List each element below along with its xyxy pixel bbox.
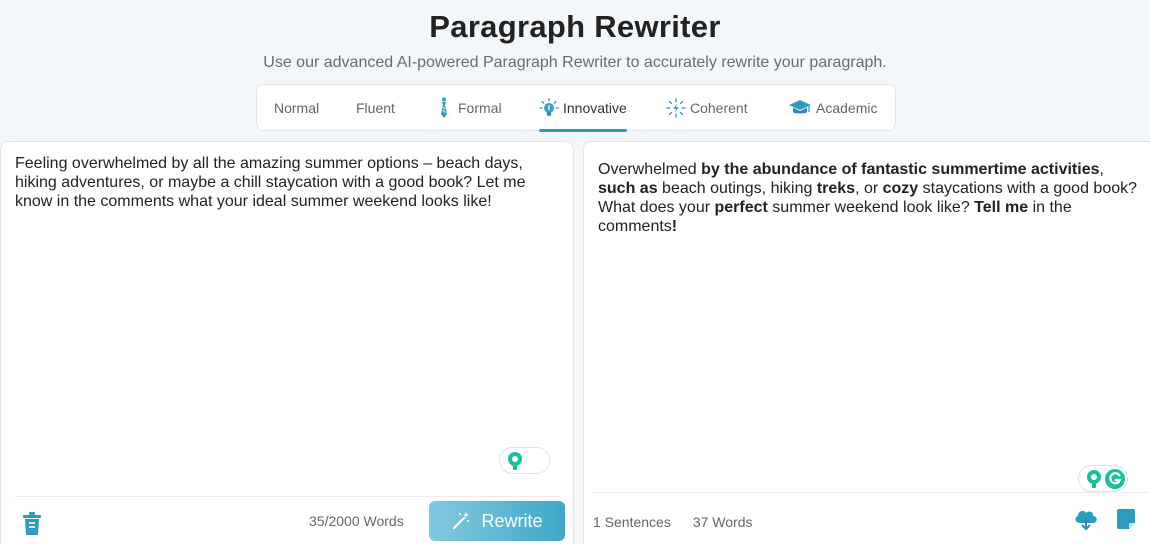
output-divider [592, 492, 1149, 493]
tie-icon [434, 97, 454, 119]
tab-label: Innovative [563, 100, 627, 116]
cloud-download-icon[interactable] [1073, 507, 1099, 531]
changed-phrase: such as [598, 180, 658, 197]
changed-phrase: perfect [714, 199, 768, 216]
tab-label: Formal [458, 100, 502, 116]
rewrite-label: Rewrite [481, 510, 543, 531]
tab-label: Fluent [356, 100, 395, 116]
page-title: Paragraph Rewriter [429, 9, 721, 44]
output-segment: Overwhelmed [598, 161, 702, 178]
input-divider [15, 496, 559, 497]
page-subtitle: Use our advanced AI-powered Paragraph Re… [263, 54, 887, 71]
lightbulb-icon [539, 97, 559, 119]
changed-phrase: treks [816, 180, 856, 197]
sparkle-icon [666, 97, 686, 119]
changed-phrase: by the abundance of fantastic summertime… [701, 161, 1100, 178]
output-segment: beach outings, hiking [657, 180, 817, 197]
magic-wand-icon [451, 511, 471, 531]
grammarly-widget-output[interactable] [1078, 465, 1128, 492]
output-segment: , or [855, 180, 883, 197]
input-word-count: 35/2000 Words [309, 513, 404, 529]
tab-normal[interactable]: Normal [274, 85, 319, 131]
mode-tabs: Normal Fluent Formal Innovative Coherent… [256, 84, 896, 132]
changed-phrase: ! [671, 218, 678, 235]
output-word-count: 37 Words [692, 514, 753, 530]
tab-label: Normal [274, 100, 320, 116]
rewrite-button[interactable]: Rewrite [429, 501, 565, 541]
input-textarea[interactable]: Feeling overwhelmed by all the amazing s… [15, 154, 555, 211]
graduation-cap-icon [788, 97, 812, 119]
changed-phrase: cozy [882, 180, 919, 197]
active-tab-indicator [539, 129, 627, 132]
sentence-count: 1 Sentences [593, 514, 671, 530]
output-panel: Overwhelmed by the abundance of fantasti… [583, 141, 1150, 544]
tab-label: Academic [816, 100, 878, 116]
grammarly-widget[interactable] [499, 447, 550, 474]
tab-formal[interactable]: Formal [434, 85, 502, 131]
trash-icon[interactable] [21, 511, 43, 537]
output-stats: 1 Sentences 37 Words [593, 514, 753, 530]
output-segment: , [1099, 161, 1104, 178]
tab-fluent[interactable]: Fluent [356, 85, 395, 131]
output-segment: summer weekend look like? [767, 199, 975, 216]
grammarly-logo-icon [1104, 468, 1126, 495]
input-panel: Feeling overwhelmed by all the amazing s… [0, 141, 574, 544]
grammarly-lightbulb-icon [1085, 469, 1103, 494]
changed-phrase: Tell me [974, 199, 1029, 216]
tab-innovative[interactable]: Innovative [539, 85, 627, 132]
output-text[interactable]: Overwhelmed by the abundance of fantasti… [598, 160, 1143, 236]
copy-icon[interactable] [1113, 507, 1139, 533]
tab-academic[interactable]: Academic [788, 85, 877, 131]
tab-label: Coherent [690, 100, 748, 116]
grammarly-lightbulb-icon [506, 451, 524, 476]
tab-coherent[interactable]: Coherent [666, 85, 748, 131]
